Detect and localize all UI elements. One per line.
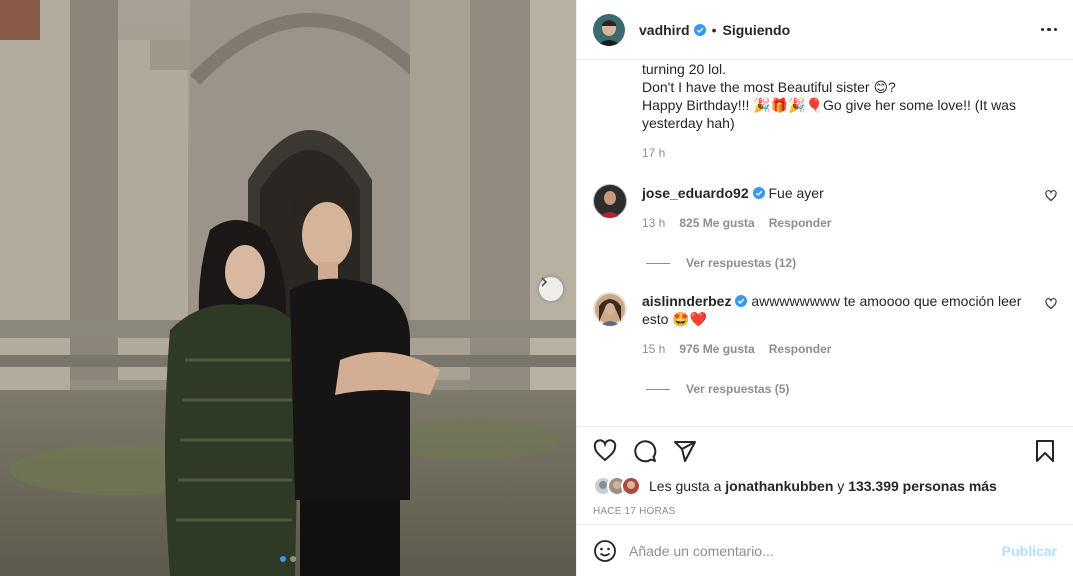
publish-button[interactable]: Publicar (1002, 543, 1057, 559)
comment-like-count[interactable]: 825 Me gusta (679, 216, 754, 230)
share-button[interactable] (673, 439, 697, 463)
heart-icon[interactable] (1045, 298, 1057, 310)
post-photo[interactable] (0, 0, 576, 576)
post-image (0, 0, 576, 576)
save-button[interactable] (1033, 439, 1057, 463)
post-side-panel: vadhird • Siguiendo turning 20 lol. Don'… (576, 0, 1073, 576)
verified-badge-icon (735, 295, 748, 307)
more-options-icon[interactable] (1040, 27, 1057, 32)
comment-like-count[interactable]: 976 Me gusta (679, 342, 754, 356)
emoji-icon (594, 539, 616, 562)
comment-item: aislinnderbez awwwwwwww te amoooo que em… (577, 292, 1073, 356)
comment-time[interactable]: 15 h (642, 342, 665, 356)
author-avatar[interactable] (593, 13, 625, 46)
comment-meta: 13 h 825 Me gusta Responder (642, 216, 1033, 230)
header-separator: • (711, 21, 717, 38)
comment-text: Fue ayer (768, 185, 824, 201)
reply-button[interactable]: Responder (769, 216, 832, 230)
view-replies-label: Ver respuestas (5) (686, 382, 790, 396)
likes-prefix: Les gusta a (649, 478, 726, 494)
bookmark-icon (1036, 439, 1054, 462)
comment-input[interactable] (629, 542, 1002, 559)
likes-user-link[interactable]: jonathankubben (725, 478, 833, 494)
caption-line: yesterday hah) (642, 115, 735, 131)
carousel-dot (280, 556, 286, 562)
reply-button[interactable]: Responder (769, 342, 832, 356)
post-timestamp[interactable]: HACE 17 HORAS (577, 506, 1073, 524)
post-header: vadhird • Siguiendo (577, 0, 1073, 60)
comment-button[interactable] (633, 439, 657, 463)
comment-meta: 15 h 976 Me gusta Responder (642, 342, 1033, 356)
carousel-indicator (0, 556, 576, 562)
likes-others-link[interactable]: 133.399 personas más (848, 478, 997, 494)
next-photo-button[interactable] (539, 277, 563, 301)
view-replies-button[interactable]: Ver respuestas (5) (646, 382, 1073, 396)
share-icon (674, 440, 696, 462)
author-username[interactable]: vadhird (639, 22, 690, 38)
commenter-avatar[interactable] (593, 292, 627, 326)
verified-badge-icon (693, 23, 706, 36)
post-caption: turning 20 lol. Don't I have the most Be… (577, 60, 1073, 162)
likes-middle: y (833, 478, 849, 494)
following-button[interactable]: Siguiendo (722, 22, 790, 38)
view-replies-button[interactable]: Ver respuestas (12) (646, 256, 1073, 270)
comments-list[interactable]: turning 20 lol. Don't I have the most Be… (577, 60, 1073, 426)
caption-line: Don't I have the most Beautiful sister 😊… (642, 79, 896, 95)
commenter-avatar[interactable] (593, 184, 627, 218)
carousel-dot (290, 556, 296, 562)
emoji-button[interactable] (593, 539, 617, 563)
verified-badge-icon (752, 187, 765, 199)
comment-time[interactable]: 13 h (642, 216, 665, 230)
add-comment-bar: Publicar (577, 524, 1073, 576)
caption-line: turning 20 lol. (642, 61, 727, 77)
comment-username[interactable]: aislinnderbez (642, 293, 731, 309)
post-actions (577, 426, 1073, 474)
liker-avatar (621, 476, 641, 496)
comment-item: jose_eduardo92 Fue ayer 13 h 825 Me gust… (577, 184, 1073, 230)
caption-line: Happy Birthday!!! 🎉🎁🎉🎈Go give her some l… (642, 97, 1016, 113)
comment-icon (634, 439, 657, 462)
like-button[interactable] (593, 438, 617, 463)
liker-avatars[interactable] (593, 476, 641, 496)
view-replies-label: Ver respuestas (12) (686, 256, 797, 270)
likes-summary: Les gusta a jonathankubben y 133.399 per… (577, 474, 1073, 498)
heart-icon (593, 438, 617, 461)
caption-time[interactable]: 17 h (642, 144, 1057, 162)
chevron-right-icon (541, 277, 548, 287)
heart-icon[interactable] (1045, 190, 1057, 202)
comment-username[interactable]: jose_eduardo92 (642, 185, 749, 201)
